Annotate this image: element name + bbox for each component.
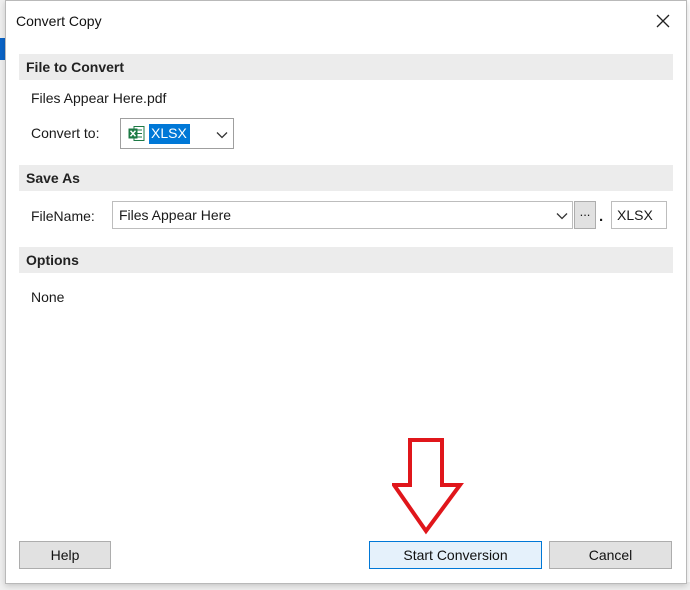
source-filename: Files Appear Here.pdf (31, 90, 167, 106)
excel-icon (128, 126, 145, 141)
extension-field[interactable]: XLSX (611, 201, 667, 229)
section-header-options: Options (19, 247, 673, 273)
convert-to-label: Convert to: (31, 125, 100, 141)
help-button[interactable]: Help (19, 541, 111, 569)
filename-label: FileName: (31, 208, 95, 224)
chevron-down-icon (556, 213, 568, 220)
cancel-button[interactable]: Cancel (549, 541, 672, 569)
start-conversion-button[interactable]: Start Conversion (369, 541, 542, 569)
dialog-title: Convert Copy (16, 13, 102, 29)
convert-to-value: XLSX (149, 124, 190, 144)
title-bar: Convert Copy (6, 1, 686, 41)
section-header-save-as: Save As (19, 165, 673, 191)
convert-copy-dialog: Convert Copy File to Convert Files Appea… (5, 0, 687, 584)
down-arrow-icon (392, 438, 464, 535)
filename-value: Files Appear Here (119, 207, 232, 223)
close-icon (656, 14, 670, 28)
convert-to-select[interactable]: XLSX (120, 118, 234, 149)
filename-combobox[interactable]: Files Appear Here (112, 201, 573, 229)
section-header-file-to-convert: File to Convert (19, 54, 673, 80)
close-button[interactable] (648, 7, 678, 35)
chevron-down-icon (216, 132, 228, 139)
extension-separator: . (599, 208, 604, 225)
options-value: None (31, 289, 65, 305)
browse-button[interactable]: ... (574, 201, 596, 229)
